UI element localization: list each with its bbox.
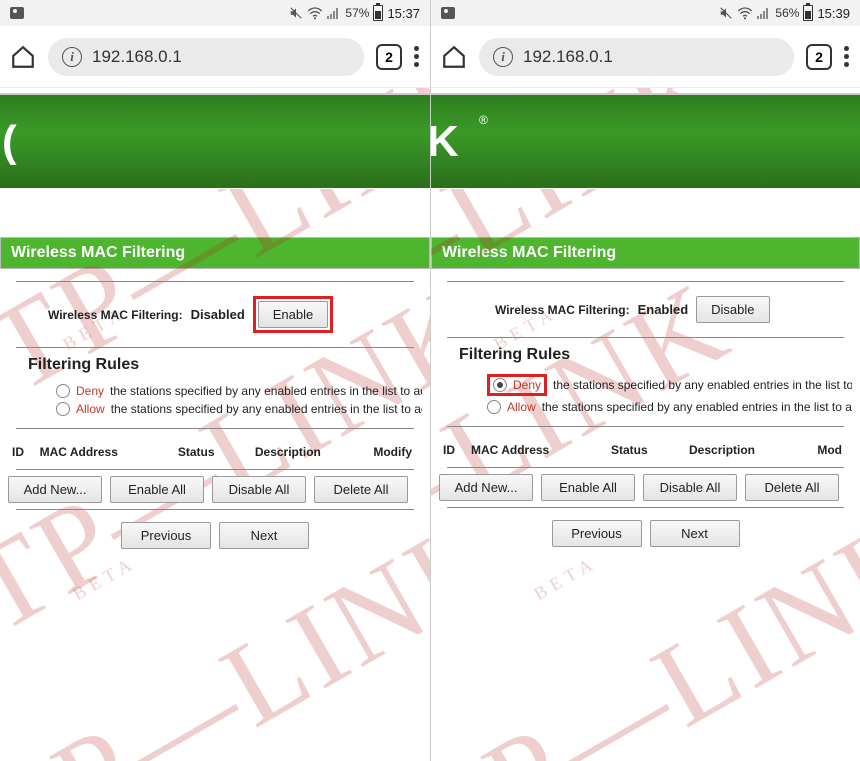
mac-table-header: ID MAC Address Status Description Mod — [439, 427, 852, 467]
router-header-band: ( — [0, 93, 430, 189]
wifi-icon — [737, 6, 753, 20]
previous-button[interactable]: Previous — [121, 522, 211, 549]
deny-rule-row[interactable]: Deny the stations specified by any enabl… — [439, 372, 852, 398]
address-bar[interactable]: i 192.168.0.1 — [479, 38, 794, 76]
enable-highlight: Enable — [253, 296, 333, 333]
disable-all-button[interactable]: Disable All — [643, 474, 737, 501]
deny-highlight: Deny — [487, 374, 547, 396]
logo-fragment: K — [431, 117, 459, 167]
enable-all-button[interactable]: Enable All — [110, 476, 204, 503]
home-icon[interactable] — [441, 44, 467, 70]
col-id: ID — [12, 445, 40, 459]
browser-chrome: i 192.168.0.1 2 — [0, 26, 430, 88]
status-label: Wireless MAC Filtering: — [48, 308, 183, 322]
delete-all-button[interactable]: Delete All — [314, 476, 408, 503]
info-icon[interactable]: i — [493, 47, 513, 67]
filtering-rules-title: Filtering Rules — [439, 338, 852, 372]
battery-icon — [803, 5, 813, 21]
clock: 15:39 — [817, 6, 850, 21]
clock: 15:37 — [387, 6, 420, 21]
delete-all-button[interactable]: Delete All — [745, 474, 839, 501]
url-text: 192.168.0.1 — [92, 47, 182, 67]
signal-icon — [327, 7, 341, 19]
deny-word: Deny — [76, 384, 104, 398]
browser-chrome: i 192.168.0.1 2 — [431, 26, 860, 88]
allow-word: Allow — [76, 402, 105, 416]
mac-filtering-status-row: Wireless MAC Filtering: Disabled Enable — [8, 282, 422, 347]
col-id: ID — [443, 443, 471, 457]
section-title: Wireless MAC Filtering — [431, 237, 860, 269]
allow-radio[interactable] — [487, 400, 501, 414]
allow-word: Allow — [507, 400, 536, 414]
mute-icon — [289, 6, 303, 20]
battery-icon — [373, 5, 383, 21]
col-mac: MAC Address — [471, 443, 611, 457]
next-button[interactable]: Next — [219, 522, 309, 549]
screenshot-right: 56% 15:39 i 192.168.0.1 2 TP—LINK BETA T… — [430, 0, 860, 761]
battery-pct: 57% — [345, 6, 369, 20]
screenshot-left: 57% 15:37 i 192.168.0.1 2 TP—LINK BETA T… — [0, 0, 430, 761]
battery-pct: 56% — [775, 6, 799, 20]
next-button[interactable]: Next — [650, 520, 740, 547]
status-value: Disabled — [191, 307, 245, 322]
more-icon[interactable] — [414, 46, 420, 67]
mute-icon — [719, 6, 733, 20]
filtering-rules-title: Filtering Rules — [8, 348, 422, 382]
deny-radio[interactable] — [493, 378, 507, 392]
enable-all-button[interactable]: Enable All — [541, 474, 635, 501]
tab-count[interactable]: 2 — [806, 44, 832, 70]
mac-table-header: ID MAC Address Status Description Modify — [8, 429, 422, 469]
col-modify: Modify — [373, 445, 418, 459]
router-page: TP—LINK BETA TP—LINK BETA TP—LINK K ® Wi… — [431, 88, 860, 761]
add-new-button[interactable]: Add New... — [439, 474, 533, 501]
allow-rest: the stations specified by any enabled en… — [111, 402, 422, 416]
gallery-icon — [10, 7, 24, 19]
section-title: Wireless MAC Filtering — [0, 237, 430, 269]
toggle-mac-filtering-button[interactable]: Disable — [696, 296, 769, 323]
deny-radio[interactable] — [56, 384, 70, 398]
info-icon[interactable]: i — [62, 47, 82, 67]
col-description: Description — [255, 445, 373, 459]
action-button-row: Add New... Enable All Disable All Delete… — [8, 470, 422, 509]
col-modify: Mod — [809, 443, 848, 457]
more-icon[interactable] — [844, 46, 850, 67]
home-icon[interactable] — [10, 44, 36, 70]
mac-filtering-status-row: Wireless MAC Filtering: Enabled Disable — [439, 282, 852, 337]
deny-rest: the stations specified by any enabled en… — [110, 384, 422, 398]
pagination-row: Previous Next — [8, 510, 422, 561]
wifi-icon — [307, 6, 323, 20]
disable-all-button[interactable]: Disable All — [212, 476, 306, 503]
deny-word: Deny — [513, 378, 541, 392]
allow-rule-row[interactable]: Allow the stations specified by any enab… — [8, 400, 422, 418]
toggle-mac-filtering-button[interactable]: Enable — [258, 301, 328, 328]
add-new-button[interactable]: Add New... — [8, 476, 102, 503]
col-mac: MAC Address — [40, 445, 178, 459]
gallery-icon — [441, 7, 455, 19]
tab-count[interactable]: 2 — [376, 44, 402, 70]
status-label: Wireless MAC Filtering: — [495, 303, 630, 317]
previous-button[interactable]: Previous — [552, 520, 642, 547]
allow-rest: the stations specified by any enabled en… — [542, 400, 852, 414]
col-status: Status — [178, 445, 255, 459]
allow-rule-row[interactable]: Allow the stations specified by any enab… — [439, 398, 852, 416]
col-status: Status — [611, 443, 689, 457]
col-description: Description — [689, 443, 809, 457]
pagination-row: Previous Next — [439, 508, 852, 559]
deny-rest: the stations specified by any enabled en… — [553, 378, 852, 392]
status-bar: 56% 15:39 — [431, 0, 860, 26]
router-page: TP—LINK BETA TP—LINK BETA TP—LINK ( Wire… — [0, 88, 430, 761]
status-bar: 57% 15:37 — [0, 0, 430, 26]
router-header-band: K ® — [431, 93, 860, 189]
address-bar[interactable]: i 192.168.0.1 — [48, 38, 364, 76]
deny-rule-row[interactable]: Deny the stations specified by any enabl… — [8, 382, 422, 400]
allow-radio[interactable] — [56, 402, 70, 416]
url-text: 192.168.0.1 — [523, 47, 613, 67]
status-value: Enabled — [638, 302, 689, 317]
logo-fragment: ( — [2, 117, 17, 167]
logo-reg-mark: ® — [479, 113, 488, 127]
action-button-row: Add New... Enable All Disable All Delete… — [439, 468, 852, 507]
signal-icon — [757, 7, 771, 19]
